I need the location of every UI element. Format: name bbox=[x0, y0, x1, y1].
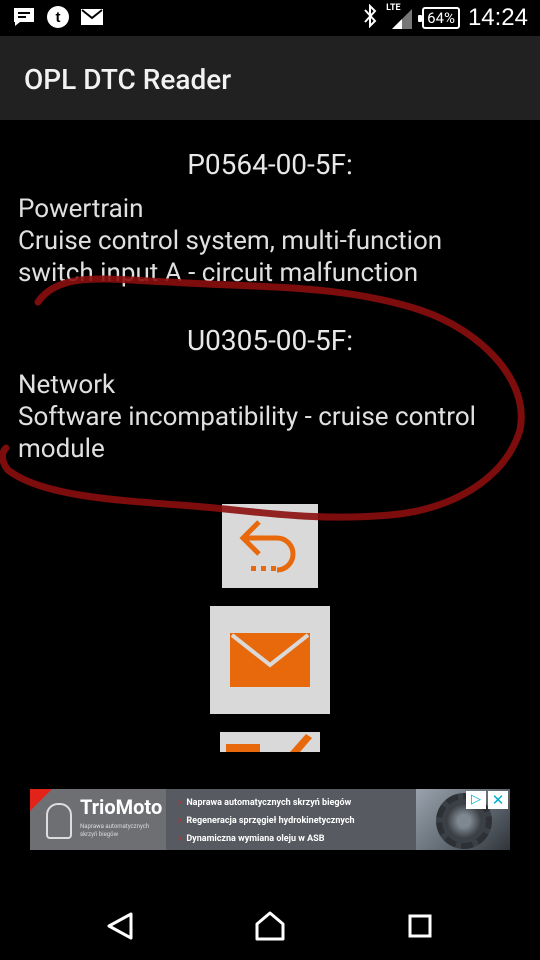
dtc-code: U0305-00-5F: bbox=[186, 324, 354, 357]
status-bar: t LTE 64% 14:24 bbox=[0, 0, 540, 36]
adchoices-icon[interactable]: ▷ bbox=[466, 791, 486, 809]
app-bar: OPL DTC Reader bbox=[0, 36, 540, 120]
dtc-entry: U0305-00-5F: Network Software incompatib… bbox=[18, 324, 522, 465]
pencil-icon bbox=[226, 734, 312, 752]
mail-icon bbox=[230, 633, 310, 687]
dtc-category: Powertrain bbox=[18, 194, 144, 224]
back-button[interactable] bbox=[222, 504, 318, 588]
signal-icon: LTE bbox=[386, 3, 414, 31]
ad-brand: TrioMoto bbox=[80, 795, 163, 819]
ad-text-panel: › Naprawa automatycznych skrzyń biegów › R… bbox=[166, 789, 416, 850]
triomoto-logo-icon bbox=[46, 803, 72, 839]
dtc-code: P0564-00-5F: bbox=[187, 148, 353, 181]
app-title: OPL DTC Reader bbox=[24, 63, 232, 96]
close-icon[interactable]: ✕ bbox=[488, 791, 508, 809]
ad-brand-sub: Naprawa automatycznych skrzyń biegów bbox=[80, 823, 150, 838]
ad-line-text: Naprawa automatycznych skrzyń biegów bbox=[186, 798, 352, 808]
reply-icon bbox=[239, 520, 296, 573]
back-triangle-icon bbox=[107, 912, 133, 940]
message-icon bbox=[12, 6, 36, 28]
dtc-description: Cruise control system, multi-function sw… bbox=[18, 226, 443, 288]
ad-line: › Regeneracja sprzęgieł hydrokinetycznych bbox=[178, 813, 355, 826]
mail-icon bbox=[80, 6, 104, 28]
ad-banner[interactable]: TrioMoto Naprawa automatycznych skrzyń b… bbox=[30, 789, 510, 850]
navigation-bar bbox=[0, 888, 540, 960]
recents-square-icon bbox=[408, 914, 432, 938]
email-button[interactable] bbox=[210, 606, 330, 714]
edit-button[interactable] bbox=[220, 732, 320, 752]
ad-line-text: Dynamiczna wymiana oleju w ASB bbox=[186, 834, 325, 844]
home-nav-button[interactable] bbox=[252, 908, 288, 944]
back-nav-button[interactable] bbox=[102, 908, 138, 944]
battery-indicator: 64% bbox=[418, 7, 460, 29]
recents-nav-button[interactable] bbox=[402, 908, 438, 944]
ad-brand-panel: TrioMoto Naprawa automatycznych skrzyń b… bbox=[30, 789, 166, 850]
svg-text:t: t bbox=[56, 9, 61, 26]
tumblr-icon: t bbox=[46, 6, 70, 28]
dtc-entry: P0564-00-5F: Powertrain Cruise control s… bbox=[18, 148, 522, 289]
ad-line-text: Regeneracja sprzęgieł hydrokinetycznych bbox=[186, 816, 355, 826]
bluetooth-icon bbox=[362, 3, 378, 32]
clock: 14:24 bbox=[467, 4, 528, 31]
dtc-category: Network bbox=[18, 370, 116, 400]
ad-line: › Naprawa automatycznych skrzyń biegów bbox=[178, 795, 352, 808]
dtc-description: Software incompatibility - cruise contro… bbox=[18, 402, 476, 464]
notification-icons: t bbox=[12, 6, 104, 28]
system-indicators: LTE 64% 14:24 bbox=[362, 3, 528, 32]
home-icon bbox=[255, 911, 285, 941]
ad-line: › Dynamiczna wymiana oleju w ASB bbox=[178, 831, 325, 844]
